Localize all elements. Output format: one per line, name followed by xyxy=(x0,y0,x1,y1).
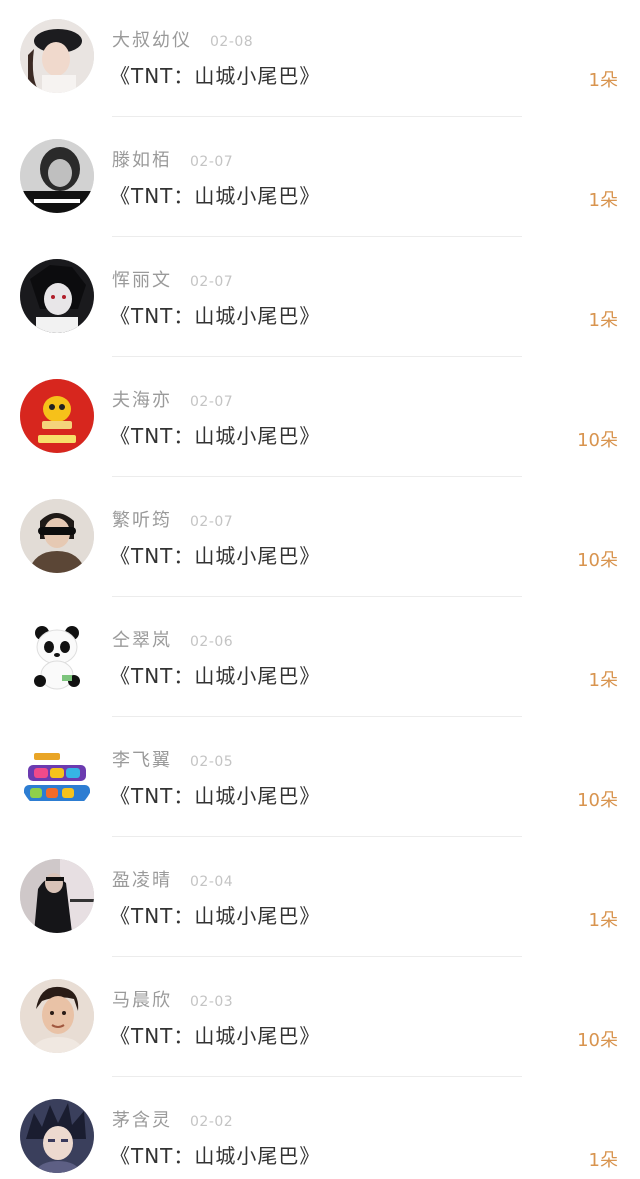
divider xyxy=(112,476,522,477)
flower-count: 1朵 xyxy=(588,1150,618,1171)
avatar[interactable] xyxy=(20,379,94,453)
send-date: 02-07 xyxy=(190,514,234,530)
divider xyxy=(112,236,522,237)
avatar[interactable] xyxy=(20,619,94,693)
work-title: 《TNT：山城小尾巴》 xyxy=(110,1144,321,1168)
flower-count: 1朵 xyxy=(588,910,618,931)
sender-name: 夫海亦 02-07 xyxy=(112,390,234,411)
work-title: 《TNT：山城小尾巴》 xyxy=(110,664,321,688)
divider xyxy=(112,1076,522,1077)
avatar[interactable] xyxy=(20,139,94,213)
list-item[interactable]: 茅含灵 02-02 《TNT：山城小尾巴》 1朵 xyxy=(0,1080,640,1179)
send-date: 02-02 xyxy=(190,1114,234,1130)
sender-name: 恽丽文 02-07 xyxy=(112,270,234,291)
divider xyxy=(112,596,522,597)
list-item[interactable]: 马晨欣 02-03 《TNT：山城小尾巴》 10朵 xyxy=(0,960,640,1080)
avatar[interactable] xyxy=(20,859,94,933)
flower-count: 10朵 xyxy=(577,1030,618,1051)
avatar-bw-girl-caption-icon xyxy=(20,139,94,213)
avatar[interactable] xyxy=(20,259,94,333)
gift-record-list: 大叔幼仪 02-08 《TNT：山城小尾巴》 1朵 滕如栢 02-07 《TNT：山… xyxy=(0,0,640,1179)
list-item[interactable]: 李飞翼 02-05 《TNT：山城小尾巴》 10朵 xyxy=(0,720,640,840)
avatar-anime-dark-icon xyxy=(20,259,94,333)
send-date: 02-07 xyxy=(190,394,234,410)
sender-name: 李飞翼 02-05 xyxy=(112,750,234,771)
sender-name: 仝翠岚 02-06 xyxy=(112,630,234,651)
flower-count: 10朵 xyxy=(577,430,618,451)
sender-name: 茅含灵 02-02 xyxy=(112,1110,234,1131)
divider xyxy=(112,116,522,117)
avatar[interactable] xyxy=(20,499,94,573)
divider xyxy=(112,356,522,357)
avatar[interactable] xyxy=(20,979,94,1053)
list-item[interactable]: 滕如栢 02-07 《TNT：山城小尾巴》 1朵 xyxy=(0,120,640,240)
list-item[interactable]: 恽丽文 02-07 《TNT：山城小尾巴》 1朵 xyxy=(0,240,640,360)
avatar[interactable] xyxy=(20,1099,94,1173)
avatar-panda-icon xyxy=(20,619,94,693)
work-title: 《TNT：山城小尾巴》 xyxy=(110,184,321,208)
flower-count: 1朵 xyxy=(588,70,618,91)
avatar-red-badge-icon xyxy=(20,379,94,453)
divider xyxy=(112,716,522,717)
send-date: 02-05 xyxy=(190,754,234,770)
flower-count: 1朵 xyxy=(588,670,618,691)
list-item[interactable]: 夫海亦 02-07 《TNT：山城小尾巴》 10朵 xyxy=(0,360,640,480)
work-title: 《TNT：山城小尾巴》 xyxy=(110,784,321,808)
list-item[interactable]: 繁听筠 02-07 《TNT：山城小尾巴》 10朵 xyxy=(0,480,640,600)
work-title: 《TNT：山城小尾巴》 xyxy=(110,64,321,88)
avatar-anime-spiky-icon xyxy=(20,1099,94,1173)
avatar-sunglasses-icon xyxy=(20,499,94,573)
avatar-dark-figure-icon xyxy=(20,859,94,933)
divider xyxy=(112,836,522,837)
divider xyxy=(112,956,522,957)
avatar[interactable] xyxy=(20,739,94,813)
work-title: 《TNT：山城小尾巴》 xyxy=(110,304,321,328)
avatar-woman-cap-icon xyxy=(20,19,94,93)
sender-name: 滕如栢 02-07 xyxy=(112,150,234,171)
sender-name: 大叔幼仪 02-08 xyxy=(112,30,254,51)
send-date: 02-03 xyxy=(190,994,234,1010)
list-item[interactable]: 盈凌晴 02-04 《TNT：山城小尾巴》 1朵 xyxy=(0,840,640,960)
flower-count: 1朵 xyxy=(588,310,618,331)
sender-name: 繁听筠 02-07 xyxy=(112,510,234,531)
work-title: 《TNT：山城小尾巴》 xyxy=(110,904,321,928)
avatar-man-portrait-icon xyxy=(20,979,94,1053)
work-title: 《TNT：山城小尾巴》 xyxy=(110,544,321,568)
avatar[interactable] xyxy=(20,19,94,93)
send-date: 02-08 xyxy=(210,34,254,50)
flower-count: 10朵 xyxy=(577,790,618,811)
sender-name: 盈凌晴 02-04 xyxy=(112,870,234,891)
list-item[interactable]: 大叔幼仪 02-08 《TNT：山城小尾巴》 1朵 xyxy=(0,0,640,120)
flower-count: 10朵 xyxy=(577,550,618,571)
send-date: 02-07 xyxy=(190,154,234,170)
work-title: 《TNT：山城小尾巴》 xyxy=(110,1024,321,1048)
work-title: 《TNT：山城小尾巴》 xyxy=(110,424,321,448)
send-date: 02-07 xyxy=(190,274,234,290)
send-date: 02-04 xyxy=(190,874,234,890)
avatar-happy-new-year-icon xyxy=(20,739,94,813)
sender-name: 马晨欣 02-03 xyxy=(112,990,234,1011)
flower-count: 1朵 xyxy=(588,190,618,211)
send-date: 02-06 xyxy=(190,634,234,650)
list-item[interactable]: 仝翠岚 02-06 《TNT：山城小尾巴》 1朵 xyxy=(0,600,640,720)
